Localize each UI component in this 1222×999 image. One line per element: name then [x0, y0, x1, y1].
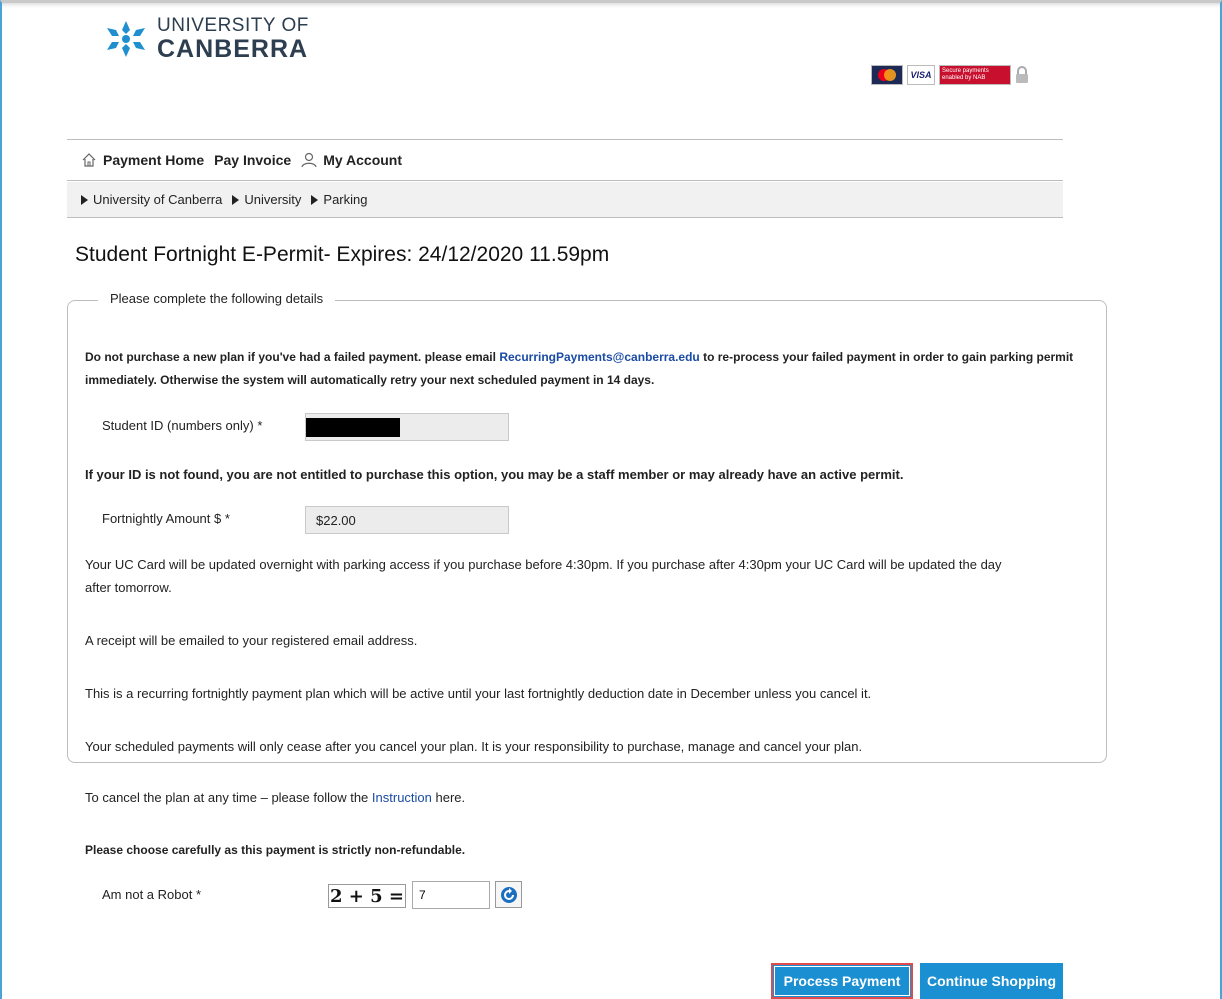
breadcrumb-label: University [244, 192, 302, 207]
cancel-plan-info: To cancel the plan at any time – please … [85, 787, 465, 809]
breadcrumb-label: Parking [323, 192, 368, 207]
captcha-refresh-button[interactable] [495, 881, 522, 908]
breadcrumb-item-university[interactable]: University [232, 192, 301, 207]
triangle-right-icon [311, 194, 319, 205]
redacted-student-id [306, 418, 400, 437]
refresh-icon [500, 886, 517, 903]
uc-card-info-line2: after tomorrow. [85, 580, 172, 595]
fortnightly-amount-field[interactable] [305, 506, 509, 534]
non-refundable-notice: Please choose carefully as this payment … [85, 843, 466, 857]
nav-pay-invoice-label: Pay Invoice [214, 152, 292, 168]
responsibility-info: Your scheduled payments will only cease … [85, 739, 863, 754]
breadcrumb-item-parking[interactable]: Parking [311, 192, 367, 207]
notice-text: Do not purchase a new plan if you've had… [85, 350, 500, 364]
logo-mark-icon [107, 21, 145, 57]
receipt-info: A receipt will be emailed to your regist… [85, 633, 418, 648]
fortnightly-amount-label: Fortnightly Amount $ * [102, 511, 230, 526]
triangle-right-icon [232, 194, 240, 205]
nav-pay-invoice[interactable]: Pay Invoice [214, 152, 291, 168]
captcha-answer-input[interactable] [412, 881, 490, 909]
recurring-plan-info: This is a recurring fortnightly payment … [85, 686, 872, 701]
nav-payment-home-label: Payment Home [103, 152, 205, 168]
cancel-plan-text: To cancel the plan at any time – please … [85, 790, 372, 805]
logo-text: UNIVERSITY OF CANBERRA [157, 16, 309, 62]
breadcrumb-item-university-of-canberra[interactable]: University of Canberra [81, 192, 222, 207]
nab-secure-badge: Secure payments enabled by NAB [939, 65, 1011, 85]
nav-my-account-label: My Account [323, 152, 403, 168]
payment-cards: VISA Secure payments enabled by NAB [871, 65, 1029, 85]
captcha-question: 2 + 5 = [328, 884, 406, 908]
breadcrumb-label: University of Canberra [93, 192, 223, 207]
nav-my-account[interactable]: My Account [301, 152, 402, 168]
student-id-label: Student ID (numbers only) * [102, 418, 263, 433]
process-payment-button[interactable]: Process Payment [771, 963, 913, 999]
logo-line1: UNIVERSITY OF [157, 15, 309, 36]
uc-card-info: Your UC Card will be updated overnight w… [85, 557, 1002, 572]
id-not-found-warning: If your ID is not found, you are not ent… [85, 467, 904, 482]
failed-payment-notice: Do not purchase a new plan if you've had… [85, 346, 1073, 368]
failed-payment-notice-line2: immediately. Otherwise the system will a… [85, 373, 655, 387]
notice-text: to re-process your failed payment in ord… [699, 350, 1074, 364]
breadcrumb: University of Canberra University Parkin… [67, 182, 1063, 218]
main-nav: Payment Home Pay Invoice My Account [67, 139, 1063, 181]
fieldset-legend: Please complete the following details [98, 291, 336, 306]
lock-icon [1016, 66, 1028, 83]
nav-payment-home[interactable]: Payment Home [81, 152, 204, 168]
instruction-link[interactable]: Instruction [372, 790, 432, 805]
triangle-right-icon [81, 194, 88, 205]
continue-shopping-button[interactable]: Continue Shopping [920, 963, 1063, 999]
home-icon [82, 153, 96, 167]
cancel-plan-text: here. [431, 790, 466, 805]
logo-line2: CANBERRA [157, 35, 309, 63]
robot-label: Am not a Robot * [102, 887, 201, 902]
page-title: Student Fortnight E-Permit- Expires: 24/… [75, 243, 610, 266]
mastercard-icon [871, 65, 903, 85]
recurring-payments-email-link[interactable]: RecurringPayments@canberra.edu [499, 350, 699, 364]
university-logo[interactable]: UNIVERSITY OF CANBERRA [103, 16, 309, 62]
user-icon [301, 152, 317, 168]
visa-icon: VISA [907, 65, 935, 85]
